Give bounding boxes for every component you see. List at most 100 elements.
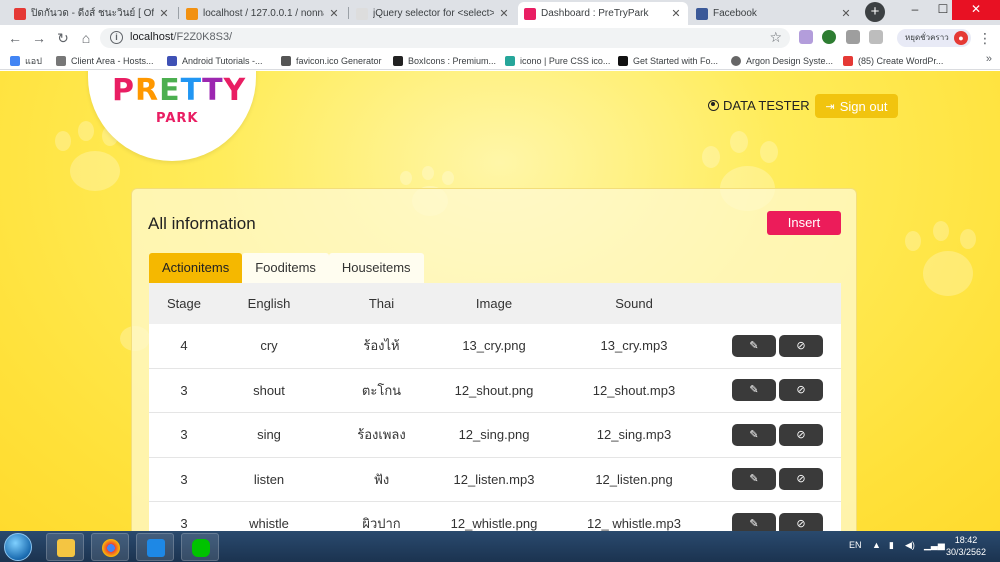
profile-label: หยุดชั่วคราว (905, 33, 949, 42)
phpmyadmin-icon (186, 7, 198, 20)
browser-tab-youtube[interactable]: ปิดกันวด - ดีงส์ ชนะวินย์ [ Offi ✕ (8, 2, 176, 25)
insert-button[interactable]: Insert (767, 211, 841, 235)
argon-icon (731, 56, 741, 66)
menu-kebab-icon[interactable]: ⋮ (978, 30, 992, 47)
show-hidden-icons-icon[interactable]: ▲ (872, 540, 881, 550)
cell-sound: 12_listen.png (595, 471, 673, 487)
cell-english: listen (253, 471, 285, 487)
edit-pencil-icon[interactable]: ✎ (732, 468, 776, 491)
back-arrow-icon[interactable]: ← (6, 29, 24, 47)
edit-pencil-icon[interactable]: ✎ (732, 423, 776, 446)
new-tab-button[interactable]: + (865, 2, 885, 22)
start-button[interactable] (4, 533, 32, 561)
bookmark-item[interactable]: Android Tutorials -... (167, 54, 263, 68)
taskbar-chrome[interactable] (91, 533, 129, 561)
font-awesome-icon (618, 56, 628, 66)
bookmark-item[interactable]: Get Started with Fo... (618, 54, 718, 68)
taskbar-explorer[interactable] (46, 533, 84, 561)
extension-icon[interactable] (822, 30, 836, 44)
cell-image: 12_whistle.png (450, 516, 538, 531)
cast-extension-icon[interactable] (799, 30, 813, 44)
close-icon[interactable]: ✕ (840, 7, 852, 20)
delete-ban-icon[interactable]: ⊘ (779, 512, 823, 531)
windows-taskbar: EN ▲ ▮ ◀) ▁▃▅ 18:42 30/3/2562 (0, 531, 1000, 562)
cell-english: cry (260, 338, 278, 354)
tab-actionitems[interactable]: Actionitems (149, 253, 243, 283)
table-header: Stage English Thai Image Sound (149, 283, 841, 324)
logo-subtext: PARK (156, 111, 199, 126)
facebook-extension-icon[interactable] (869, 30, 883, 44)
tab-houseitems[interactable]: Houseitems (328, 253, 424, 283)
system-clock[interactable]: 18:42 30/3/2562 (946, 534, 986, 558)
taskbar-line[interactable] (181, 533, 219, 561)
vscode-icon (147, 539, 165, 557)
maximize-button[interactable]: ☐ (934, 0, 952, 20)
taskbar-vscode[interactable] (136, 533, 174, 561)
browser-tab-title: Facebook (713, 8, 757, 19)
camera-extension-icon[interactable] (846, 30, 860, 44)
user-name: DATA TESTER (723, 98, 810, 113)
signal-icon[interactable]: ▁▃▅ (924, 540, 945, 551)
tab-fooditems[interactable]: Fooditems (242, 253, 329, 283)
bookmark-star-icon[interactable]: ☆ (769, 29, 782, 46)
delete-ban-icon[interactable]: ⊘ (779, 379, 823, 402)
browser-tab-title: jQuery selector for <select>'s < (373, 8, 494, 19)
cell-sound: 13_cry.mp3 (600, 338, 668, 354)
cell-stage: 4 (180, 338, 188, 354)
cell-image: 12_listen.mp3 (453, 471, 535, 487)
browser-tab-facebook[interactable]: Facebook ✕ (690, 2, 858, 25)
profile-button[interactable]: หยุดชั่วคราว ● (897, 29, 971, 47)
bookmark-item[interactable]: Client Area - Hosts... (56, 54, 154, 68)
sign-out-icon: ⇥ (825, 100, 835, 113)
table-row: 3 shout ตะโกน 12_shout.png 12_shout.mp3 … (149, 368, 841, 413)
bookmark-item[interactable]: BoxIcons : Premium... (393, 54, 496, 68)
window-close-button[interactable]: ✕ (952, 0, 1000, 20)
column-header-image: Image (475, 296, 513, 311)
delete-ban-icon[interactable]: ⊘ (779, 334, 823, 357)
edit-pencil-icon[interactable]: ✎ (732, 334, 776, 357)
folder-icon (57, 539, 75, 557)
cell-stage: 3 (180, 471, 188, 487)
home-icon[interactable]: ⌂ (77, 29, 95, 47)
bookmarks-overflow-icon[interactable]: » (986, 53, 992, 65)
delete-ban-icon[interactable]: ⊘ (779, 423, 823, 446)
sign-out-label: Sign out (839, 98, 888, 114)
cell-stage: 3 (180, 516, 188, 531)
logo[interactable]: PRETTY PARK (88, 71, 256, 161)
forward-arrow-icon[interactable]: → (30, 29, 48, 47)
boxicons-icon (393, 56, 403, 66)
browser-tab-dashboard[interactable]: Dashboard : PreTryPark ✕ (518, 2, 688, 25)
info-icon[interactable]: i (110, 31, 123, 44)
cell-sound: 12_ whistle.mp3 (587, 516, 681, 531)
cell-stage: 3 (180, 427, 188, 443)
close-icon[interactable]: ✕ (498, 7, 510, 20)
avatar: ● (954, 31, 968, 45)
edit-pencil-icon[interactable]: ✎ (732, 379, 776, 402)
browser-tab-title: ปิดกันวด - ดีงส์ ชนะวินย์ [ Offi (31, 8, 154, 19)
minimize-button[interactable]: – (896, 0, 934, 20)
table-row: 3 listen ฟัง 12_listen.mp3 12_listen.png… (149, 457, 841, 502)
browser-tab-jquery[interactable]: jQuery selector for <select>'s < ✕ (350, 2, 516, 25)
browser-tab-phpmyadmin[interactable]: localhost / 127.0.0.1 / nonnarc ✕ (180, 2, 346, 25)
bookmark-apps[interactable]: แอป (10, 54, 42, 68)
cell-thai: ตะโกน (361, 382, 402, 398)
delete-ban-icon[interactable]: ⊘ (779, 468, 823, 491)
bookmark-item[interactable]: (85) Create WordPr... (843, 54, 943, 68)
network-icon[interactable]: ▮ (889, 540, 894, 551)
bookmark-item[interactable]: icono | Pure CSS ico... (505, 54, 610, 68)
sign-out-button[interactable]: ⇥ Sign out (815, 94, 898, 118)
bookmark-item[interactable]: Argon Design Syste... (731, 54, 833, 68)
close-icon[interactable]: ✕ (328, 7, 340, 20)
language-indicator[interactable]: EN (849, 540, 862, 550)
cell-sound: 12_shout.mp3 (592, 382, 676, 398)
volume-icon[interactable]: ◀) (905, 540, 915, 551)
column-header-stage: Stage (167, 296, 201, 311)
cell-image: 12_shout.png (454, 382, 534, 398)
edit-pencil-icon[interactable]: ✎ (732, 512, 776, 531)
bookmark-item[interactable]: favicon.ico Generator (281, 54, 382, 68)
close-icon[interactable]: ✕ (670, 7, 682, 20)
reload-icon[interactable]: ↻ (54, 29, 72, 47)
close-icon[interactable]: ✕ (158, 7, 170, 20)
facebook-icon (696, 7, 708, 20)
address-bar[interactable]: i localhost/F2Z0K8S3/ ☆ (100, 28, 790, 48)
